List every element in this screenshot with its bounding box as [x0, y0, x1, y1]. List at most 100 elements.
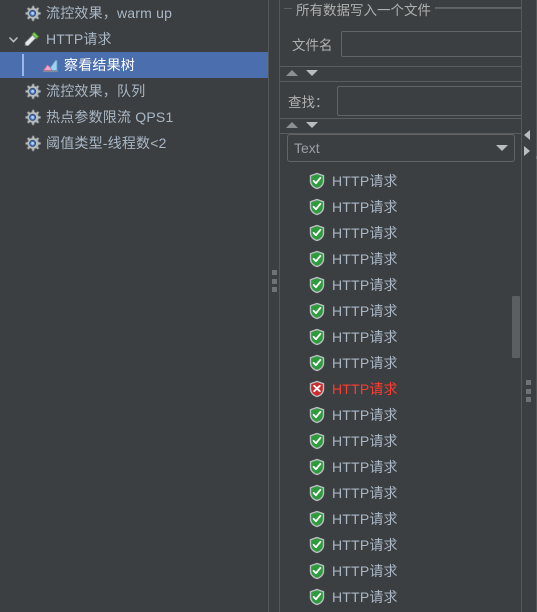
result-list-item-label: HTTP请求: [332, 199, 398, 215]
result-list-item[interactable]: HTTP请求: [287, 480, 509, 506]
renderer-select-value: Text: [294, 140, 320, 156]
right-splitter-grip[interactable]: [526, 380, 531, 402]
grip-dot: [526, 380, 531, 385]
result-list-item[interactable]: HTTP请求: [287, 168, 509, 194]
tree-item-2[interactable]: HTTP请求: [0, 26, 268, 52]
tree-item-label: 热点参数限流 QPS1: [46, 109, 174, 125]
gear-icon: [22, 133, 42, 153]
selection-indicator: [22, 54, 24, 76]
result-list-item[interactable]: HTTP请求: [287, 532, 509, 558]
grip-dot: [272, 287, 277, 292]
splitter-bar-bottom[interactable]: [280, 118, 537, 134]
panel-splitter[interactable]: [268, 0, 280, 612]
test-plan-tree-panel[interactable]: 流控效果，warm up HTTP请求察看结果树流控效果，队列热点参数限流 QPS…: [0, 0, 268, 612]
result-list-item[interactable]: HTTP请求: [287, 246, 509, 272]
spinner-arrows-top[interactable]: [286, 70, 318, 76]
result-list-item-label: HTTP请求: [332, 485, 398, 501]
tree-item-label: 察看结果树: [64, 57, 135, 73]
result-list-item[interactable]: HTTP请求: [287, 272, 509, 298]
result-tree-list[interactable]: HTTP请求 HTTP请求 HTTP请求 HTTP请求 HTTP请求 HTTP请求 HTTP…: [287, 168, 509, 612]
result-list-item-label: HTTP请求: [332, 303, 398, 319]
triangle-left-icon[interactable]: [524, 130, 530, 140]
shield-success-icon: [309, 198, 325, 216]
result-list-item[interactable]: HTTP请求: [287, 402, 509, 428]
scrollbar-thumb[interactable]: [512, 296, 520, 358]
shield-success-icon: [309, 328, 325, 346]
result-list-scrollbar[interactable]: [511, 168, 521, 612]
shield-success-icon: [309, 536, 325, 554]
search-label: 查找：: [288, 95, 329, 110]
result-list-item-label: HTTP请求: [332, 277, 398, 293]
tree-twisty-spacer: [4, 130, 22, 156]
shield-success-icon: [309, 224, 325, 242]
shield-success-icon: [309, 354, 325, 372]
splitter-line-left: [268, 0, 269, 612]
shield-success-icon: [309, 458, 325, 476]
result-list-item[interactable]: HTTP请求: [287, 220, 509, 246]
triangle-down-icon[interactable]: [306, 70, 318, 76]
tree-twisty-spacer: [4, 0, 22, 26]
result-tree-config-panel: 所有数据写入一个文件 文件名 查找： Text HTTP请求 HTTP请求 HT…: [280, 0, 537, 612]
spinner-arrows-bottom[interactable]: [286, 122, 318, 128]
shield-error-icon: [309, 380, 325, 398]
result-list-item-label: HTTP请求: [332, 563, 398, 579]
gear-icon: [22, 107, 42, 127]
grip-dot: [272, 270, 277, 275]
gear-icon: [22, 81, 42, 101]
result-detail-splitter[interactable]: [521, 0, 537, 612]
right-splitter-line-left: [521, 0, 522, 612]
result-list-item-label: HTTP请求: [332, 589, 398, 605]
tree-item-label: HTTP请求: [46, 31, 112, 47]
result-list-item[interactable]: HTTP请求: [287, 298, 509, 324]
result-list-item-label: HTTP请求: [332, 407, 398, 423]
group-title: 所有数据写入一个文件: [292, 0, 435, 19]
result-list-item[interactable]: HTTP请求: [287, 324, 509, 350]
splitter-grip-handle[interactable]: [272, 270, 277, 292]
filename-row: 文件名: [292, 31, 537, 57]
filename-input[interactable]: [340, 31, 537, 57]
result-list-item[interactable]: HTTP请求: [287, 506, 509, 532]
gear-icon: [22, 3, 42, 23]
shield-success-icon: [309, 484, 325, 502]
result-list-item[interactable]: HTTP请求: [287, 350, 509, 376]
chart-icon: [40, 55, 60, 75]
chevron-down-icon[interactable]: [4, 26, 22, 52]
result-list-item[interactable]: HTTP请求: [287, 376, 509, 402]
shield-success-icon: [309, 432, 325, 450]
result-list-item[interactable]: HTTP请求: [287, 584, 509, 610]
triangle-up-icon[interactable]: [286, 70, 298, 76]
renderer-select[interactable]: Text: [287, 134, 515, 162]
result-list-item[interactable]: HTTP请求: [287, 454, 509, 480]
shield-success-icon: [309, 172, 325, 190]
search-input[interactable]: [336, 86, 537, 116]
tree-item-6[interactable]: 阈值类型-线程数<2: [0, 130, 268, 156]
write-all-data-to-file-group: 所有数据写入一个文件 文件名: [284, 0, 537, 64]
search-row: 查找：: [288, 86, 537, 116]
result-list-item-label: HTTP请求: [332, 355, 398, 371]
splitter-bar-top[interactable]: [280, 66, 537, 82]
result-list-item-label: HTTP请求: [332, 329, 398, 345]
tree-item-4[interactable]: 流控效果，队列: [0, 78, 268, 104]
triangle-right-icon[interactable]: [524, 146, 530, 156]
triangle-down-icon[interactable]: [306, 122, 318, 128]
chevron-down-icon[interactable]: [496, 145, 508, 151]
result-list-item[interactable]: HTTP请求: [287, 428, 509, 454]
tree-item-5[interactable]: 热点参数限流 QPS1: [0, 104, 268, 130]
tree-item-1[interactable]: 流控效果，warm up: [0, 0, 268, 26]
shield-success-icon: [309, 276, 325, 294]
tree-item-3[interactable]: 察看结果树: [0, 52, 268, 78]
splitter-collapse-arrows[interactable]: [524, 130, 530, 156]
grip-dot: [272, 278, 277, 284]
tree-twisty-spacer: [22, 52, 40, 78]
triangle-up-icon[interactable]: [286, 122, 298, 128]
result-list-item[interactable]: HTTP请求: [287, 558, 509, 584]
shield-success-icon: [309, 250, 325, 268]
result-list-item-label: HTTP请求: [332, 537, 398, 553]
result-list-item[interactable]: HTTP请求: [287, 194, 509, 220]
result-list-item-label: HTTP请求: [332, 173, 398, 189]
grip-dot: [526, 397, 531, 402]
pipette-icon: [22, 29, 42, 49]
tree-item-label: 流控效果，warm up: [46, 5, 173, 21]
tree-item-label: 阈值类型-线程数<2: [46, 135, 167, 151]
result-list-item-label: HTTP请求: [332, 251, 398, 267]
